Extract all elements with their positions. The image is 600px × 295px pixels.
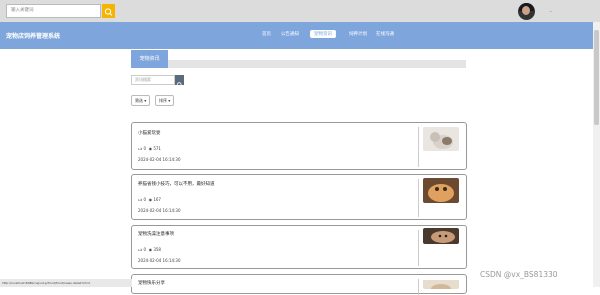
cat-image (423, 280, 459, 289)
view-count: 167 (153, 197, 161, 202)
card-divider (418, 230, 419, 266)
thumbs-up-icon: 👍︎ (138, 146, 143, 151)
scrollbar-thumb[interactable] (594, 30, 599, 125)
news-title[interactable]: 养猫省钱小技巧，可以不用，最好知道 (138, 181, 215, 187)
filter-button[interactable]: 筛选 ▾ (131, 95, 151, 106)
news-date: 2024-02-04 16:14:30 (138, 258, 181, 263)
news-card[interactable]: 小猫爱玩耍 👍︎ 0 ◉ 571 2024-02-04 16:14:30 (131, 122, 467, 170)
news-search-button[interactable] (175, 75, 184, 88)
news-card[interactable]: 养猫省钱小技巧，可以不用，最好知道 👍︎ 0 ◉ 167 2024-02-04 … (131, 174, 467, 220)
news-thumbnail[interactable] (423, 277, 459, 289)
eye-icon: ◉ (148, 247, 153, 252)
top-bar: 输入关键词 ⌄ (0, 0, 600, 22)
search-icon (176, 82, 183, 88)
card-divider (418, 179, 419, 217)
eye-icon: ◉ (148, 197, 153, 202)
news-card[interactable]: 宠物洗澡注意事项 👍︎ 0 ◉ 358 2024-02-04 16:14:30 (131, 225, 467, 269)
news-stats: 👍︎ 0 ◉ 167 (138, 197, 161, 203)
nav-home[interactable]: 首页 (262, 31, 271, 37)
chevron-down-icon[interactable]: ⌄ (549, 8, 552, 13)
news-thumbnail[interactable] (423, 127, 459, 151)
like-count: 0 (143, 146, 147, 151)
chevron-down-icon: ▾ (168, 98, 171, 103)
news-thumbnail[interactable] (423, 178, 459, 203)
thumbs-up-icon: 👍︎ (138, 247, 143, 252)
avatar-face (522, 6, 530, 15)
news-thumbnail[interactable] (423, 228, 459, 244)
like-count: 0 (143, 247, 147, 252)
nav-pet-news[interactable]: 宠物资讯 (310, 30, 336, 38)
section-tab: 宠物资讯 (131, 50, 168, 68)
news-title[interactable]: 宠物快乐分享 (138, 280, 165, 286)
search-input[interactable]: 输入关键词 (6, 4, 101, 18)
thumbs-up-icon: 👍︎ (138, 197, 143, 202)
main-navbar: 宠物店饲养管理系统 首页 公告通知 宠物资讯 饲养计划 在线沟通 (0, 22, 600, 49)
cat-image (423, 127, 459, 151)
news-title[interactable]: 小猫爱玩耍 (138, 130, 161, 136)
news-stats: 👍︎ 0 ◉ 358 (138, 247, 161, 253)
watermark: CSDN @vx_BS81330 (480, 270, 558, 279)
card-divider (418, 127, 419, 167)
view-count: 571 (153, 146, 161, 151)
user-avatar[interactable] (518, 3, 535, 20)
cat-image (423, 178, 459, 203)
nav-feeding-plan[interactable]: 饲养计划 (349, 31, 367, 37)
nav-announcements[interactable]: 公告通知 (281, 31, 299, 37)
browser-status-bar: http://localhost:8080/cwjvu1p/front/fron… (0, 279, 132, 287)
site-brand[interactable]: 宠物店饲养管理系统 (6, 31, 60, 40)
news-card[interactable]: 宠物快乐分享 (131, 274, 467, 295)
sort-label: 排序 (159, 98, 167, 103)
view-count: 358 (153, 247, 161, 252)
news-title[interactable]: 宠物洗澡注意事项 (138, 231, 174, 237)
sort-button[interactable]: 排序 ▾ (155, 95, 175, 106)
like-count: 0 (143, 197, 147, 202)
nav-online-chat[interactable]: 在线沟通 (376, 31, 394, 37)
global-search: 输入关键词 (6, 4, 115, 18)
search-button[interactable] (102, 4, 115, 18)
news-date: 2024-02-04 16:14:30 (138, 208, 181, 213)
card-divider (418, 279, 419, 295)
section-header-bar (131, 60, 466, 68)
news-search-input[interactable]: 资讯搜索 (131, 75, 175, 85)
news-stats: 👍︎ 0 ◉ 571 (138, 146, 161, 152)
eye-icon: ◉ (148, 146, 153, 151)
chevron-down-icon: ▾ (144, 98, 147, 103)
cat-image (423, 228, 459, 244)
filter-label: 筛选 (135, 98, 143, 103)
news-date: 2024-02-04 16:14:30 (138, 157, 181, 162)
search-icon (104, 8, 113, 16)
